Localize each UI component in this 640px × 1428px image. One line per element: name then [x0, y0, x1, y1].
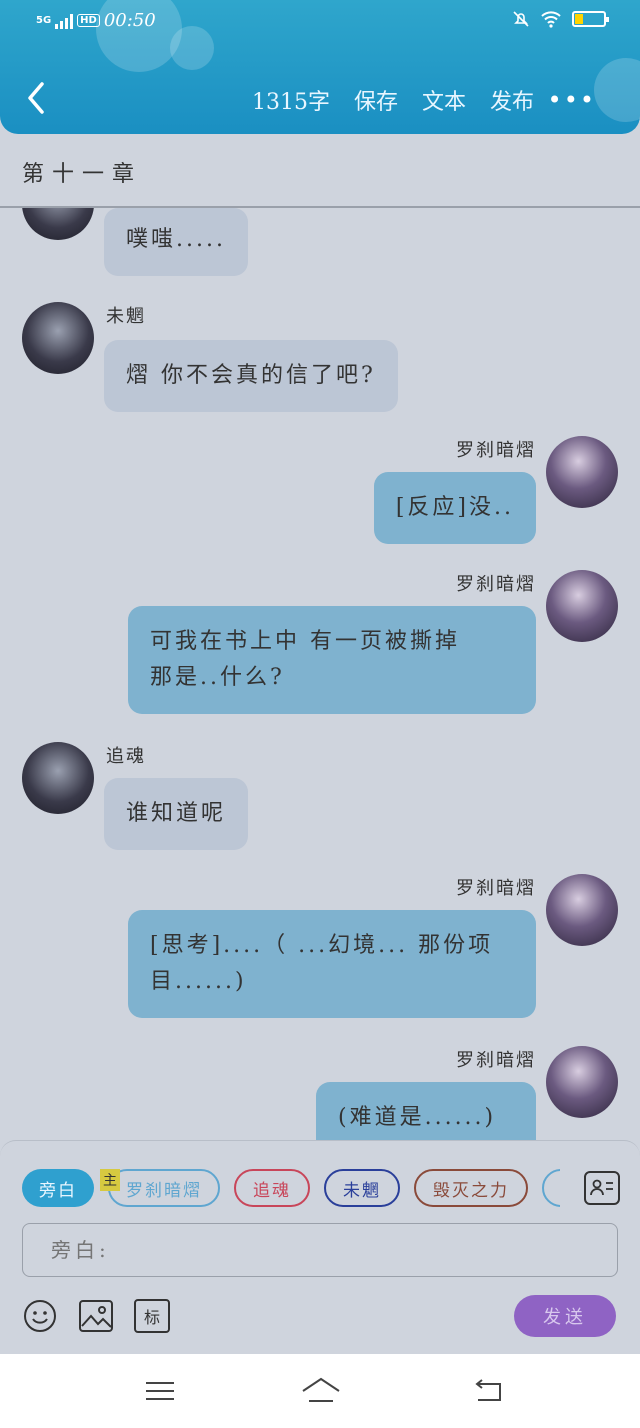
signal-icon: [55, 13, 74, 29]
speaker-name: 未魍: [106, 306, 146, 327]
message-bubble[interactable]: [反应]没..: [373, 472, 536, 544]
home-icon[interactable]: [300, 1374, 342, 1408]
composer-panel: 旁白 罗刹暗熠 追魂 未魍 毁灭之力 主 标 发送: [0, 1140, 640, 1354]
word-count: 1315字: [251, 90, 330, 115]
message-bubble[interactable]: 谁知道呢: [104, 778, 249, 850]
toolbar: 1315字 保存 文本 发布 •••: [0, 76, 640, 122]
role-chip-huimie[interactable]: 毁灭之力: [414, 1169, 528, 1207]
network-type: 5G: [36, 15, 52, 26]
message-input[interactable]: [23, 1224, 617, 1276]
back-icon[interactable]: [470, 1374, 506, 1408]
role-chip-more[interactable]: [542, 1169, 560, 1207]
avatar[interactable]: [546, 570, 618, 642]
clock: 00:50: [103, 10, 156, 31]
system-nav-bar: [0, 1354, 640, 1428]
mute-bell-icon: [513, 11, 529, 27]
role-list-button[interactable]: [584, 1171, 620, 1205]
contact-card-icon: [590, 1179, 613, 1196]
message-line: [思考]....（ ...幻境... 那份项: [150, 933, 494, 958]
mark-button[interactable]: 标: [134, 1299, 170, 1333]
back-arrow-icon[interactable]: [22, 80, 52, 116]
publish-button[interactable]: 发布: [490, 84, 534, 116]
speaker-name: 追魂: [106, 746, 146, 767]
emoji-icon[interactable]: [22, 1299, 58, 1333]
message-line: 那是..什么?: [150, 665, 285, 690]
avatar[interactable]: [22, 208, 94, 240]
avatar[interactable]: [22, 742, 94, 814]
message-bubble[interactable]: [思考]....（ ...幻境... 那份项 目......): [128, 910, 536, 1018]
role-chip-narration[interactable]: 旁白: [22, 1169, 94, 1207]
role-chip-luosha[interactable]: 罗刹暗熠: [108, 1169, 220, 1207]
message-bubble[interactable]: (难道是......): [316, 1082, 536, 1140]
avatar[interactable]: [546, 874, 618, 946]
hd-icon: HD: [77, 14, 100, 27]
text-button[interactable]: 文本: [422, 84, 466, 116]
message-line: 目......): [150, 969, 247, 994]
menu-icon[interactable]: [142, 1374, 178, 1408]
avatar[interactable]: [546, 1046, 618, 1118]
chat-list[interactable]: 噗嗤..... 未魍 熠 你不会真的信了吧? 罗刹暗熠 [反应]没.. 罗刹暗熠…: [0, 208, 640, 1140]
message-bubble[interactable]: 熠 你不会真的信了吧?: [104, 340, 398, 412]
save-button[interactable]: 保存: [354, 84, 398, 116]
app-header: 5G HD 00:50 1315字 保存 文本 发布 •••: [0, 0, 640, 134]
role-chip-zhuihun[interactable]: 追魂: [234, 1169, 310, 1207]
message-bubble[interactable]: 可我在书上中 有一页被撕掉 那是..什么?: [128, 606, 536, 714]
message-bubble[interactable]: 噗嗤.....: [104, 208, 248, 276]
speaker-name: 罗刹暗熠: [456, 1050, 536, 1071]
message-input-box[interactable]: [22, 1223, 618, 1277]
avatar[interactable]: [22, 302, 94, 374]
image-icon[interactable]: [78, 1299, 114, 1333]
more-menu-button[interactable]: •••: [548, 86, 596, 114]
speaker-name: 罗刹暗熠: [456, 878, 536, 899]
role-chip-weiwang[interactable]: 未魍: [324, 1169, 400, 1207]
status-bar: 5G HD 00:50: [36, 10, 609, 36]
wifi-icon: [541, 11, 561, 28]
chapter-bar: 第十一章: [0, 134, 640, 208]
send-button[interactable]: 发送: [514, 1295, 616, 1337]
speaker-name: 罗刹暗熠: [456, 440, 536, 461]
speaker-name: 罗刹暗熠: [456, 574, 536, 595]
message-line: 可我在书上中 有一页被撕掉: [150, 629, 460, 654]
avatar[interactable]: [546, 436, 618, 508]
chapter-title[interactable]: 第十一章: [22, 156, 142, 188]
main-role-badge: 主: [100, 1169, 120, 1191]
battery-icon: [572, 11, 609, 27]
